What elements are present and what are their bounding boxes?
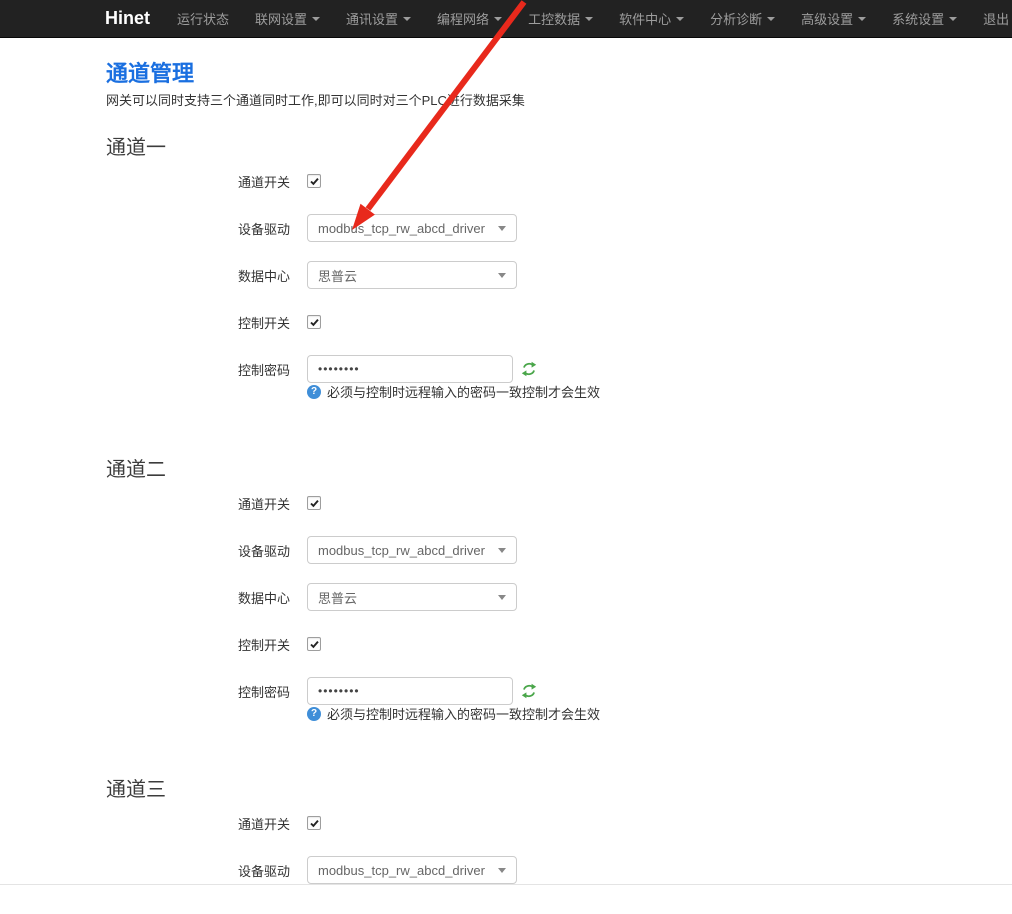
select-value: modbus_tcp_rw_abcd_driver [318,863,485,878]
device-driver-select[interactable]: modbus_tcp_rw_abcd_driver [307,214,517,242]
field-label: 设备驱动 [106,861,290,880]
nav-item-label: 高级设置 [801,9,853,28]
control-switch-row: 控制开关 [106,630,1012,658]
nav-item-label: 分析诊断 [710,9,762,28]
channel-switch-row: 通道开关 [106,167,1012,195]
field-label: 设备驱动 [106,219,290,238]
password-help: ? 必须与控制时远程输入的密码一致控制才会生效 [307,383,1012,400]
channel-switch-checkbox[interactable] [307,816,321,830]
checkmark-icon [309,176,320,187]
channel-section-3: 通道三 通道开关 设备驱动 modbus_tcp_rw_abcd_driver [106,778,1012,884]
field-label: 控制密码 [106,360,290,379]
caret-down-icon [676,17,684,21]
nav-item-label: 系统设置 [892,9,944,28]
field-label: 数据中心 [106,588,290,607]
channel-switch-checkbox[interactable] [307,174,321,188]
control-switch-checkbox[interactable] [307,315,321,329]
top-navbar: Hinet 运行状态 联网设置 通讯设置 编程网络 工控数据 软件中心 分析诊断… [0,0,1012,38]
chevron-down-icon [498,226,506,231]
chevron-down-icon [498,868,506,873]
chevron-down-icon [498,273,506,278]
control-switch-row: 控制开关 [106,308,1012,336]
nav-item-label: 运行状态 [177,9,229,28]
checkmark-icon [309,639,320,650]
control-password-row: 控制密码 [106,355,1012,383]
field-label: 控制密码 [106,682,290,701]
select-value: modbus_tcp_rw_abcd_driver [318,543,485,558]
nav-item-network-settings[interactable]: 联网设置 [242,9,333,28]
field-label: 控制开关 [106,313,290,332]
brand-logo[interactable]: Hinet [105,8,150,29]
channel-switch-checkbox[interactable] [307,496,321,510]
checkmark-icon [309,317,320,328]
nav-item-comm-settings[interactable]: 通讯设置 [333,9,424,28]
channel-section-1: 通道一 通道开关 设备驱动 modbus_tcp_rw_abcd_driver … [106,136,1012,400]
data-center-select[interactable]: 思普云 [307,583,517,611]
page-subtitle: 网关可以同时支持三个通道同时工作,即可以同时对三个PLC进行数据采集 [106,92,1012,109]
channel-switch-row: 通道开关 [106,489,1012,517]
control-password-row: 控制密码 [106,677,1012,705]
nav-item-analysis-diagnosis[interactable]: 分析诊断 [697,9,788,28]
nav-item-run-status[interactable]: 运行状态 [164,9,242,28]
chevron-down-icon [498,548,506,553]
device-driver-row: 设备驱动 modbus_tcp_rw_abcd_driver [106,856,1012,884]
help-icon: ? [307,707,321,721]
caret-down-icon [949,17,957,21]
nav-item-label: 编程网络 [437,9,489,28]
channel-section-2: 通道二 通道开关 设备驱动 modbus_tcp_rw_abcd_driver … [106,458,1012,722]
field-label: 控制开关 [106,635,290,654]
caret-down-icon [585,17,593,21]
password-help-text: 必须与控制时远程输入的密码一致控制才会生效 [327,704,600,723]
device-driver-row: 设备驱动 modbus_tcp_rw_abcd_driver [106,214,1012,242]
checkmark-icon [309,498,320,509]
help-icon: ? [307,385,321,399]
chevron-down-icon [498,595,506,600]
caret-down-icon [858,17,866,21]
data-center-row: 数据中心 思普云 [106,583,1012,611]
data-center-row: 数据中心 思普云 [106,261,1012,289]
field-label: 设备驱动 [106,541,290,560]
caret-down-icon [312,17,320,21]
section-heading: 通道三 [106,778,1012,802]
section-heading: 通道二 [106,458,1012,482]
nav-item-software-center[interactable]: 软件中心 [606,9,697,28]
bottom-divider [0,884,1012,885]
caret-down-icon [403,17,411,21]
nav-item-label: 工控数据 [528,9,580,28]
select-value: 思普云 [318,588,357,607]
checkmark-icon [309,818,320,829]
nav-item-advanced-settings[interactable]: 高级设置 [788,9,879,28]
section-heading: 通道一 [106,136,1012,160]
control-password-input[interactable] [307,355,513,383]
device-driver-select[interactable]: modbus_tcp_rw_abcd_driver [307,856,517,884]
nav-item-label: 软件中心 [619,9,671,28]
select-value: 思普云 [318,266,357,285]
device-driver-row: 设备驱动 modbus_tcp_rw_abcd_driver [106,536,1012,564]
field-label: 通道开关 [106,172,290,191]
data-center-select[interactable]: 思普云 [307,261,517,289]
main-content: 通道管理 网关可以同时支持三个通道同时工作,即可以同时对三个PLC进行数据采集 … [0,62,1012,884]
nav-item-programming-network[interactable]: 编程网络 [424,9,515,28]
control-switch-checkbox[interactable] [307,637,321,651]
channel-switch-row: 通道开关 [106,809,1012,837]
nav-item-label: 退出 [983,9,1009,28]
control-password-input[interactable] [307,677,513,705]
field-label: 通道开关 [106,494,290,513]
password-help-text: 必须与控制时远程输入的密码一致控制才会生效 [327,382,600,401]
nav-item-label: 联网设置 [255,9,307,28]
field-label: 通道开关 [106,814,290,833]
caret-down-icon [767,17,775,21]
field-label: 数据中心 [106,266,290,285]
select-value: modbus_tcp_rw_abcd_driver [318,221,485,236]
refresh-password-icon[interactable] [521,683,537,699]
nav-item-label: 通讯设置 [346,9,398,28]
nav-item-logout[interactable]: 退出 [970,9,1012,28]
refresh-password-icon[interactable] [521,361,537,377]
password-help: ? 必须与控制时远程输入的密码一致控制才会生效 [307,705,1012,722]
nav-item-system-settings[interactable]: 系统设置 [879,9,970,28]
nav-item-industrial-data[interactable]: 工控数据 [515,9,606,28]
caret-down-icon [494,17,502,21]
page-title: 通道管理 [106,62,1012,86]
device-driver-select[interactable]: modbus_tcp_rw_abcd_driver [307,536,517,564]
